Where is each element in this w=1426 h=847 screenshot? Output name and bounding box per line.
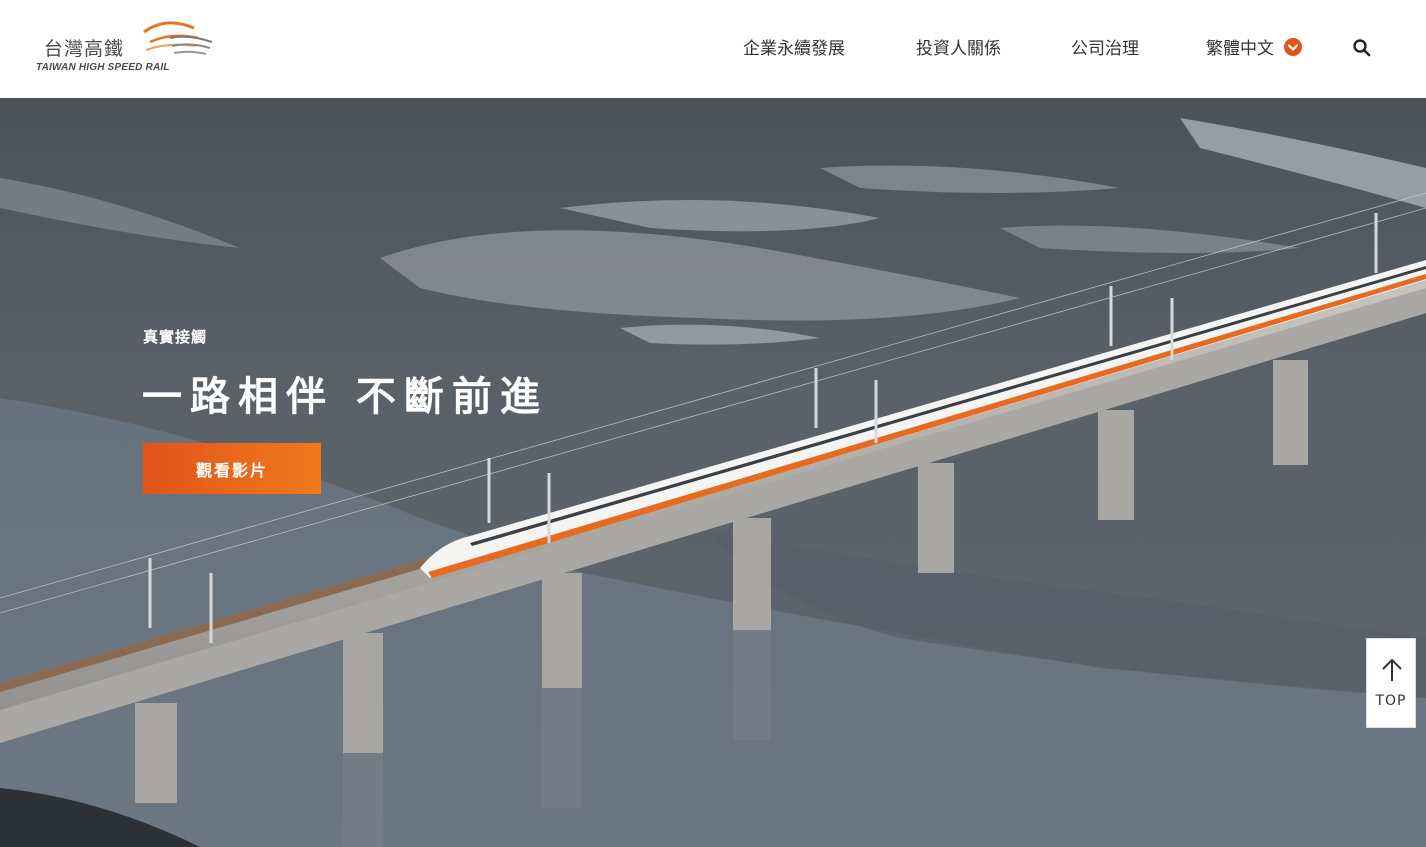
nav-item-corporate-governance[interactable]: 公司治理 xyxy=(1071,36,1139,62)
watch-video-button[interactable]: 觀看影片 xyxy=(143,443,321,494)
arrow-up-icon xyxy=(1382,658,1402,681)
nav-item-investor-relations[interactable]: 投資人關係 xyxy=(916,36,1001,62)
search-icon[interactable] xyxy=(1352,38,1372,58)
chevron-down-icon xyxy=(1284,38,1302,56)
hero-subtitle: 真實接觸 xyxy=(143,328,208,346)
back-to-top-button[interactable]: TOP xyxy=(1366,638,1416,728)
language-selector[interactable]: 繁體中文 xyxy=(1206,36,1302,62)
logo-link[interactable]: 台灣高鐵 TAIWAN HIGH SPEED RAIL xyxy=(36,18,216,78)
hero-title: 一路相伴 不斷前進 xyxy=(142,374,548,420)
logo-text-zh: 台灣高鐵 xyxy=(44,38,125,60)
hero-banner: 真實接觸 一路相伴 不斷前進 觀看影片 xyxy=(0,98,1426,847)
language-label: 繁體中文 xyxy=(1206,39,1274,59)
back-to-top-label: TOP xyxy=(1375,693,1407,709)
logo-swoosh-icon xyxy=(143,21,212,55)
site-header: 台灣高鐵 TAIWAN HIGH SPEED RAIL 企業永續發展 投資人關係… xyxy=(0,0,1426,98)
logo-text-en: TAIWAN HIGH SPEED RAIL xyxy=(36,62,170,73)
nav-item-sustainability[interactable]: 企業永續發展 xyxy=(743,36,845,62)
